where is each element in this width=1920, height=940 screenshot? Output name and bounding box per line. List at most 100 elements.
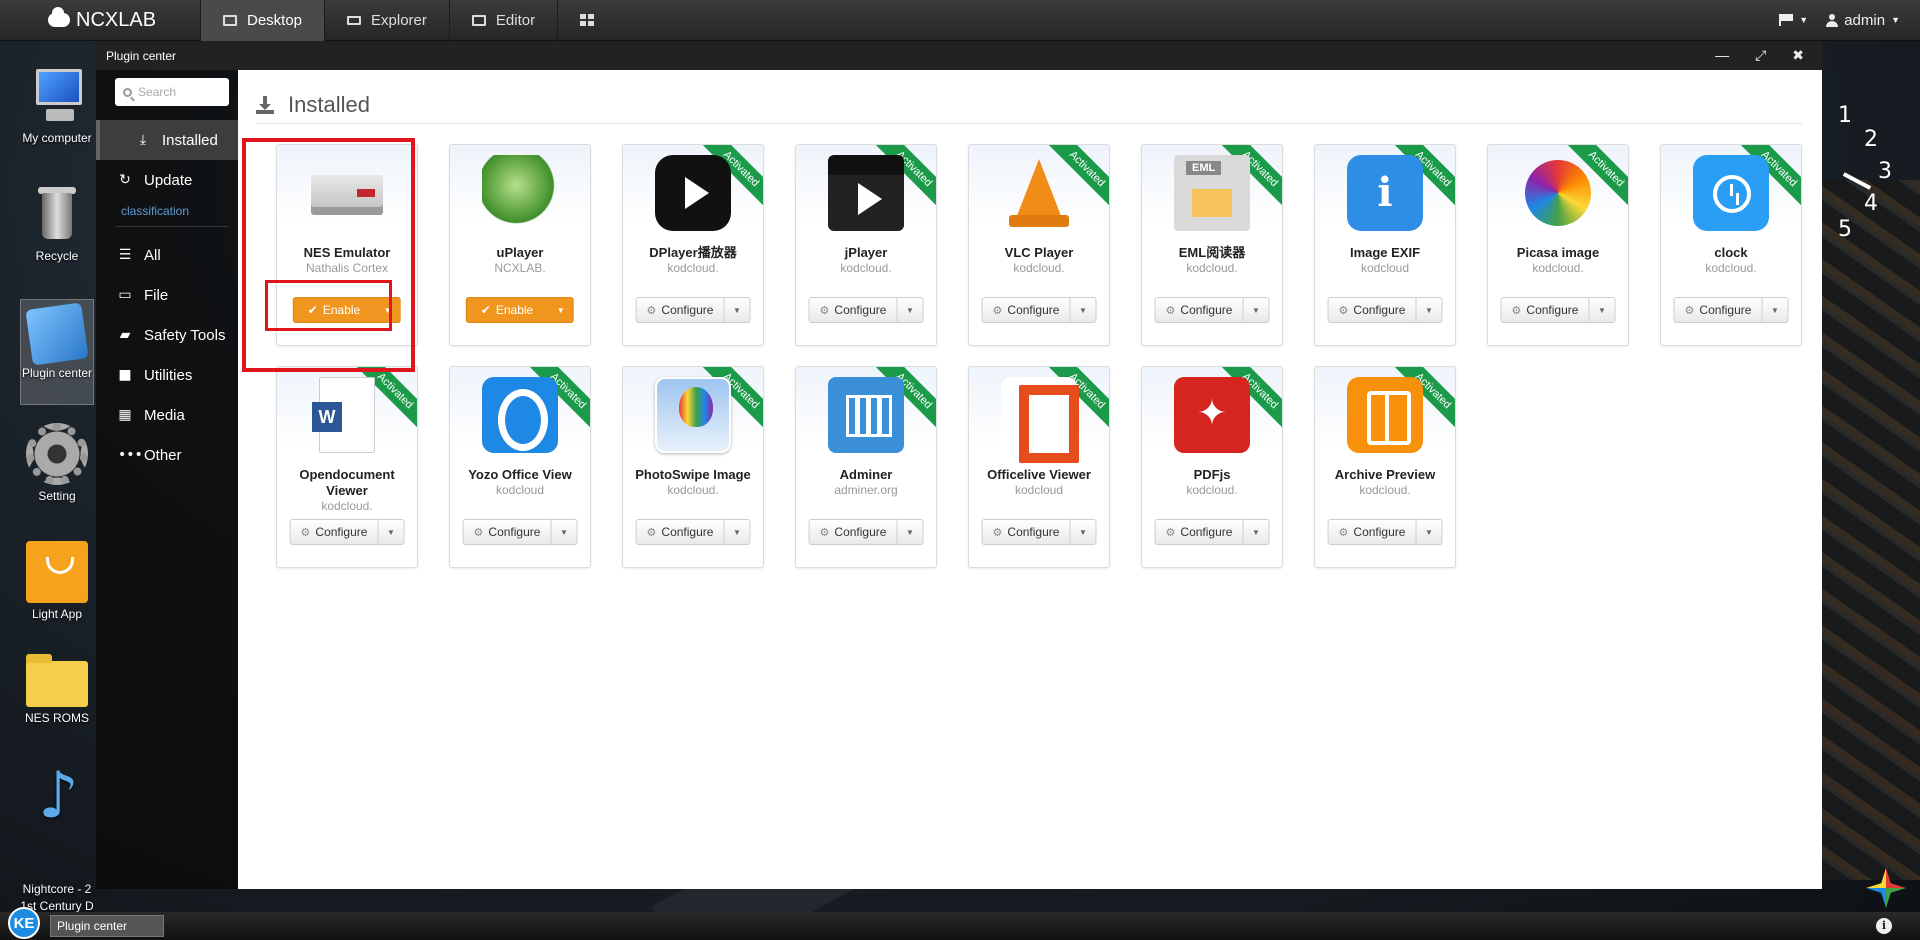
window-title-bar[interactable]: Plugin center — ⤢ ✖	[96, 41, 1822, 70]
dropdown-toggle[interactable]: ▼	[1416, 297, 1443, 323]
dropdown-toggle[interactable]: ▼	[378, 519, 405, 545]
user-menu[interactable]: admin ▼	[1826, 12, 1900, 29]
dropdown-toggle[interactable]: ▼	[897, 519, 924, 545]
configure-button[interactable]: ⚙ Configure	[1154, 297, 1244, 323]
refresh-icon: ↻	[119, 172, 131, 188]
maximize-icon[interactable]: ⤢	[1755, 47, 1766, 64]
plugin-card-officelive-viewer[interactable]: Activated Officelive Viewer kodcloud ⚙ Co…	[968, 366, 1110, 568]
plugin-card-uplayer[interactable]: uPlayer NCXLAB. ✔ Enable ▼	[449, 144, 591, 346]
plugin-card-archive-preview[interactable]: Activated Archive Preview kodcloud. ⚙ Con…	[1314, 366, 1456, 568]
plugin-card-pdfjs[interactable]: Activated PDFjs kodcloud. ⚙Configure ▼	[1141, 366, 1283, 568]
taskbar-item-plugin-center[interactable]: Plugin center	[50, 915, 164, 937]
sidebar-item-all[interactable]: ☰ All	[96, 235, 238, 275]
button-label: Configure	[1526, 303, 1579, 317]
app-logo[interactable]: NCXLAB	[0, 0, 200, 41]
sidebar-item-label: Installed	[162, 131, 218, 149]
plugin-name: Officelive Viewer	[987, 467, 1091, 482]
plugin-name: jPlayer	[844, 245, 888, 260]
start-button[interactable]: KE	[8, 907, 40, 939]
plugin-action-group: ⚙ Configure ▼	[1327, 519, 1443, 545]
caret-down-icon: ▼	[1424, 527, 1433, 537]
dropdown-toggle[interactable]: ▼	[1243, 519, 1270, 545]
plugin-action-group: ⚙ Configure ▼	[635, 519, 751, 545]
plugin-card-vlc-player[interactable]: Activated VLC Player kodcloud. ⚙ Configur…	[968, 144, 1110, 346]
plugin-author: kodcloud	[1014, 483, 1064, 497]
window-controls: — ⤢ ✖	[1715, 47, 1822, 64]
dropdown-toggle[interactable]: ▼	[551, 519, 578, 545]
dropdown-toggle[interactable]: ▼	[1416, 519, 1443, 545]
close-icon[interactable]: ✖	[1792, 47, 1804, 64]
sidebar-item-update[interactable]: ↻ Update	[96, 160, 238, 200]
dropdown-toggle[interactable]: ▼	[1070, 297, 1097, 323]
sidebar-item-utilities[interactable]: ■ Utilities	[96, 355, 238, 395]
configure-button[interactable]: ⚙ Configure	[462, 519, 552, 545]
plugin-name: Archive Preview	[1334, 467, 1436, 482]
user-name: admin	[1844, 11, 1886, 29]
top-nav: Desktop Explorer Editor	[200, 0, 616, 41]
plugin-card-opendocument-viewer[interactable]: Activated W Opendocument Viewer kodcloud…	[276, 366, 418, 568]
pdf-icon	[1174, 377, 1250, 453]
language-menu[interactable]: ▼	[1779, 14, 1808, 26]
plugin-card-jplayer[interactable]: Activated jPlayer kodcloud. ⚙ Configure ▼	[795, 144, 937, 346]
caret-down-icon: ▼	[1251, 305, 1260, 315]
caret-down-icon: ▼	[1078, 305, 1087, 315]
dropdown-toggle[interactable]: ▼	[897, 297, 924, 323]
dropdown-toggle[interactable]: ▼	[548, 297, 575, 323]
enable-button[interactable]: ✔ Enable	[465, 297, 549, 323]
button-label: Configure	[1180, 525, 1233, 539]
configure-button[interactable]: ⚙ Configure	[808, 297, 898, 323]
dropdown-toggle[interactable]: ▼	[724, 519, 751, 545]
button-label: Configure	[1007, 303, 1060, 317]
plugin-name: VLC Player	[1004, 245, 1074, 260]
info-icon: i	[1347, 155, 1423, 231]
plugin-card-yozo-office-view[interactable]: Activated Yozo Office View kodcloud ⚙ Con…	[449, 366, 591, 568]
caret-down-icon: ▼	[556, 305, 565, 315]
classification-label: classification	[121, 204, 190, 218]
configure-button[interactable]: ⚙ Configure	[1500, 297, 1590, 323]
bar-chart-icon	[828, 377, 904, 453]
sidebar-item-safety-tools[interactable]: ▰ Safety Tools	[96, 315, 238, 355]
dropdown-toggle[interactable]: ▼	[1070, 519, 1097, 545]
configure-button[interactable]: ⚙ Configure	[1673, 297, 1763, 323]
caret-down-icon: ▼	[386, 527, 395, 537]
info-icon[interactable]: i	[1876, 918, 1892, 934]
dropdown-toggle[interactable]: ▼	[1589, 297, 1616, 323]
dropdown-toggle[interactable]: ▼	[724, 297, 751, 323]
configure-button[interactable]: ⚙ Configure	[808, 519, 898, 545]
sidebar-item-other[interactable]: ••• Other	[96, 435, 238, 475]
nav-apps-grid[interactable]	[557, 0, 616, 41]
nav-desktop[interactable]: Desktop	[200, 0, 325, 41]
plugin-card-picasa-image[interactable]: Activated Picasa image kodcloud. ⚙ Config…	[1487, 144, 1629, 346]
configure-button[interactable]: ⚙ Configure	[1327, 297, 1417, 323]
plugin-card-dplayer[interactable]: Activated DPlayer播放器 kodcloud. ⚙ Configur…	[622, 144, 764, 346]
sidebar-item-media[interactable]: ▦ Media	[96, 395, 238, 435]
button-label: Configure	[834, 303, 887, 317]
dropdown-toggle[interactable]: ▼	[1762, 297, 1789, 323]
configure-button[interactable]: ⚙ Configure	[1154, 519, 1244, 545]
nav-explorer[interactable]: Explorer	[324, 0, 449, 41]
plugin-card-clock[interactable]: Activated clock kodcloud. ⚙ Configure ▼	[1660, 144, 1802, 346]
plugin-card-photoswipe-image[interactable]: Activated PhotoSwipe Image kodcloud. ⚙ Co…	[622, 366, 764, 568]
dropdown-toggle[interactable]: ▼	[1243, 297, 1270, 323]
edit-icon	[471, 14, 486, 26]
configure-button[interactable]: ⚙ Configure	[981, 519, 1071, 545]
nav-editor[interactable]: Editor	[448, 0, 557, 41]
configure-button[interactable]: ⚙ Configure	[635, 519, 725, 545]
search-input[interactable]: Search	[115, 78, 229, 106]
configure-button[interactable]: ⚙ Configure	[981, 297, 1071, 323]
sidebar-item-installed[interactable]: ⤓ Installed	[96, 120, 238, 160]
plugin-name: Yozo Office View	[468, 467, 572, 482]
plugin-card-eml-reader[interactable]: Activated EML EML阅读器 kodcloud. ⚙ Configur…	[1141, 144, 1283, 346]
plugin-card-image-exif[interactable]: Activated i Image EXIF kodcloud ⚙ Configu…	[1314, 144, 1456, 346]
desktop-icon-label: Plugin center	[21, 366, 93, 380]
desktop-icon-plugin-center[interactable]: Plugin center	[20, 299, 94, 405]
configure-button[interactable]: ⚙ Configure	[1327, 519, 1417, 545]
minimize-icon[interactable]: —	[1715, 47, 1729, 64]
configure-button[interactable]: ⚙ Configure	[289, 519, 379, 545]
configure-button[interactable]: ⚙ Configure	[635, 297, 725, 323]
caret-down-icon: ▼	[1799, 15, 1809, 25]
monitor-icon	[223, 14, 237, 26]
sidebar-item-file[interactable]: ▭ File	[96, 275, 238, 315]
plugin-card-adminer[interactable]: Activated Adminer adminer.org ⚙ Configure…	[795, 366, 937, 568]
photo-balloon-icon	[655, 377, 731, 453]
